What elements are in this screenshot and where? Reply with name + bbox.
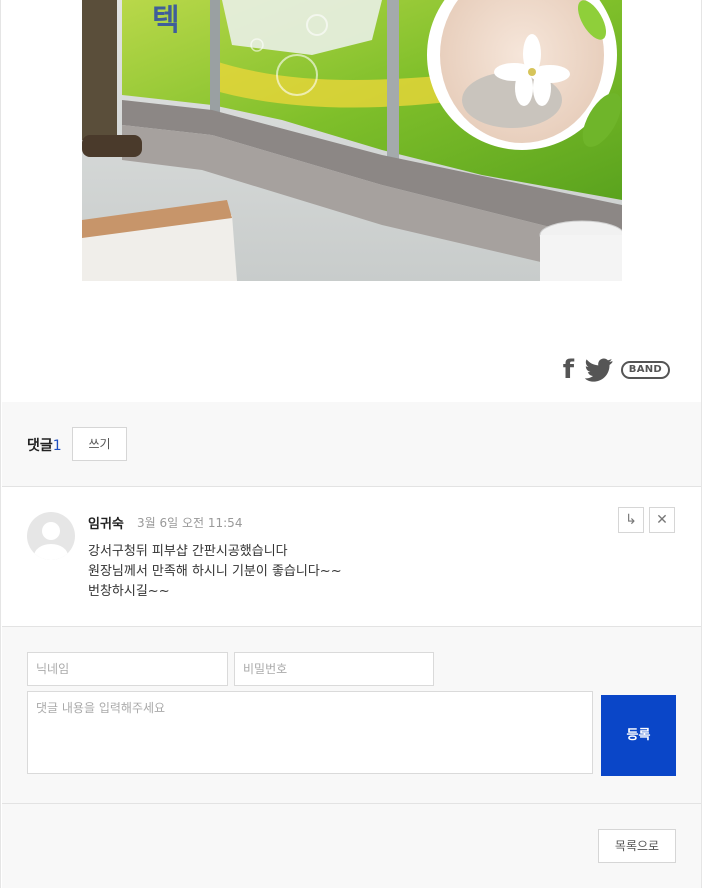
footer-bar: 목록으로 bbox=[2, 804, 701, 888]
comment-date: 3월 6일 오전 11:54 bbox=[137, 516, 243, 530]
nickname-input[interactable]: 닉네임 bbox=[27, 652, 228, 686]
comment-item: 임귀숙 3월 6일 오전 11:54 강서구청뒤 피부샵 간판시공했습니다 원장… bbox=[2, 487, 701, 627]
comment-title: 댓글1 bbox=[27, 435, 62, 455]
twitter-icon[interactable] bbox=[584, 358, 613, 382]
reply-icon[interactable]: ↳ bbox=[618, 507, 644, 533]
comment-textarea[interactable]: 댓글 내용을 입력해주세요 bbox=[27, 691, 593, 774]
password-input[interactable]: 비밀번호 bbox=[234, 652, 434, 686]
post-image: 텍 bbox=[82, 0, 622, 281]
band-share-button[interactable]: BAND bbox=[620, 361, 670, 379]
comment-title-label: 댓글 bbox=[27, 438, 53, 454]
comment-form: 닉네임 비밀번호 댓글 내용을 입력해주세요 등록 bbox=[2, 627, 701, 804]
submit-button[interactable]: 등록 bbox=[601, 695, 676, 776]
comment-author: 임귀숙 bbox=[88, 517, 124, 532]
user-silhouette-icon bbox=[34, 522, 68, 560]
close-icon[interactable]: ✕ bbox=[649, 507, 675, 533]
comment-line: 원장님께서 만족해 하시니 기분이 좋습니다~~ bbox=[88, 564, 342, 579]
comment-header: 댓글1 쓰기 bbox=[2, 402, 701, 487]
back-to-list-button[interactable]: 목록으로 bbox=[598, 829, 676, 863]
comment-line: 강서구청뒤 피부샵 간판시공했습니다 bbox=[88, 544, 288, 559]
share-bar: f BAND bbox=[563, 356, 670, 384]
post-frame: 텍 f BAND 댓글1 쓰기 임귀숙 3월 6일 오전 11:54 강서구청뒤… bbox=[0, 0, 702, 888]
comment-line: 번창하시길~~ bbox=[88, 584, 170, 599]
comment-count: 1 bbox=[52, 438, 62, 454]
facebook-icon[interactable]: f bbox=[563, 357, 577, 383]
svg-text:텍: 텍 bbox=[152, 3, 180, 38]
write-comment-button[interactable]: 쓰기 bbox=[72, 427, 127, 461]
comment-body: 강서구청뒤 피부샵 간판시공했습니다 원장님께서 만족해 하시니 기분이 좋습니… bbox=[88, 542, 342, 602]
avatar bbox=[27, 512, 75, 560]
